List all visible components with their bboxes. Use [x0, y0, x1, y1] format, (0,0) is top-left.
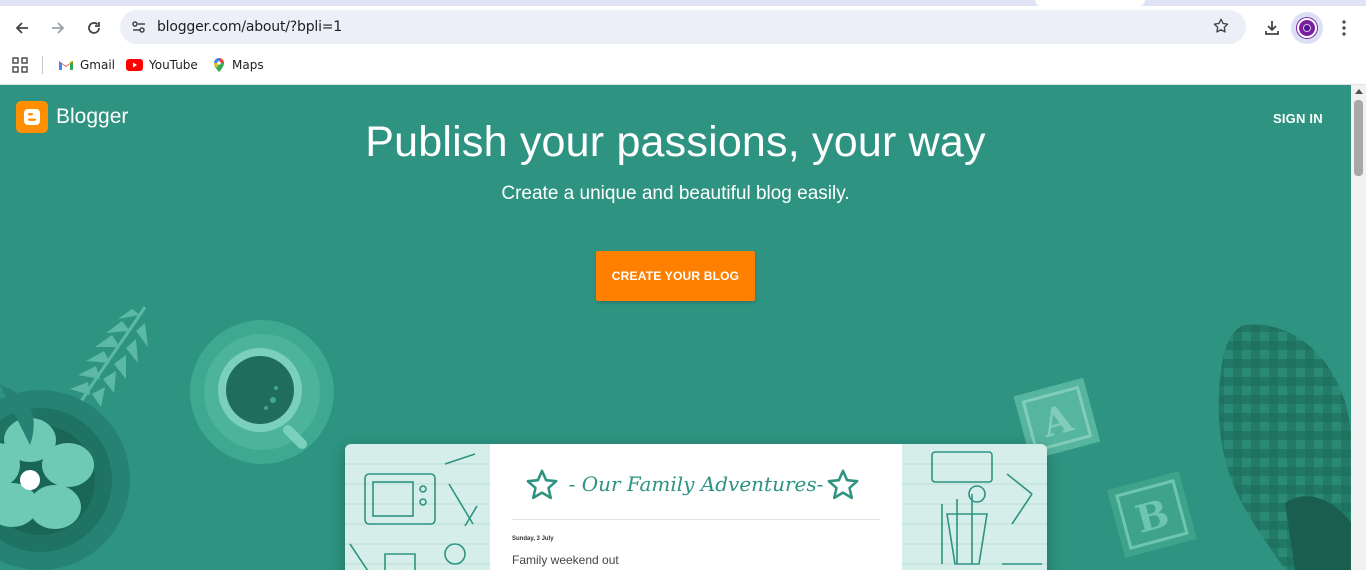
- address-bar[interactable]: blogger.com/about/?bpli=1: [120, 10, 1246, 44]
- bookmarks-divider: [42, 56, 43, 74]
- maps-icon: [214, 58, 224, 72]
- scrollbar-thumb[interactable]: [1354, 100, 1363, 176]
- bookmark-youtube[interactable]: YouTube: [126, 56, 198, 74]
- back-arrow-icon: [15, 22, 28, 34]
- star-icon: [1213, 18, 1229, 33]
- bookmark-label: YouTube: [149, 58, 198, 72]
- bookmark-gmail[interactable]: Gmail: [58, 56, 115, 74]
- site-info-button[interactable]: [128, 16, 150, 38]
- download-icon: [1265, 21, 1279, 35]
- bookmark-maps[interactable]: Maps: [212, 56, 264, 74]
- menu-button[interactable]: [1330, 14, 1358, 42]
- blog-preview-title: - Our Family Adventures-: [568, 472, 824, 496]
- kebab-menu-icon: [1342, 20, 1346, 36]
- checkered-mitt-decoration: [1218, 324, 1351, 570]
- create-blog-button[interactable]: CREATE YOUR BLOG: [596, 251, 755, 301]
- blog-post-date: Sunday, 3 July: [512, 536, 554, 542]
- scroll-up-arrow-icon[interactable]: [1355, 89, 1363, 94]
- gmail-icon: [59, 61, 73, 70]
- forward-button[interactable]: [44, 14, 72, 42]
- blog-post-title: Family weekend out: [512, 553, 619, 567]
- avatar-icon: [1297, 18, 1317, 38]
- browser-toolbar: blogger.com/about/?bpli=1: [0, 6, 1366, 50]
- bookmark-star-button[interactable]: [1212, 17, 1232, 37]
- page-subheadline: Create a unique and beautiful blog easil…: [501, 183, 850, 204]
- reload-icon: [88, 22, 100, 34]
- sketch-pattern-left: [345, 453, 490, 570]
- sketch-pattern-right: [902, 451, 1047, 565]
- reload-button[interactable]: [80, 14, 108, 42]
- page-scrollbar[interactable]: [1351, 85, 1366, 570]
- plant-decoration: [0, 306, 148, 570]
- blog-preview: - Our Family Adventures- Sunday, 3 July …: [345, 444, 1047, 570]
- back-button[interactable]: [8, 14, 36, 42]
- page-headline: Publish your passions, your way: [365, 118, 986, 166]
- downloads-button[interactable]: [1258, 14, 1286, 42]
- profile-avatar[interactable]: [1291, 12, 1323, 44]
- coffee-cup-decoration: [190, 320, 334, 464]
- blog-preview-page: - Our Family Adventures- Sunday, 3 July …: [490, 444, 902, 570]
- url-text[interactable]: blogger.com/about/?bpli=1: [157, 19, 342, 35]
- bookmark-label: Maps: [232, 58, 264, 72]
- divider: [512, 519, 880, 520]
- blogger-landing-page: A B Blogger SIGN IN Publish your passion…: [0, 85, 1351, 570]
- bookmark-label: Gmail: [80, 58, 116, 72]
- apps-grid-icon[interactable]: [12, 57, 28, 73]
- tune-icon: [132, 21, 145, 33]
- youtube-icon: [126, 59, 143, 71]
- forward-arrow-icon: [52, 22, 65, 34]
- bookmarks-bar: Gmail YouTube Maps: [0, 50, 1366, 85]
